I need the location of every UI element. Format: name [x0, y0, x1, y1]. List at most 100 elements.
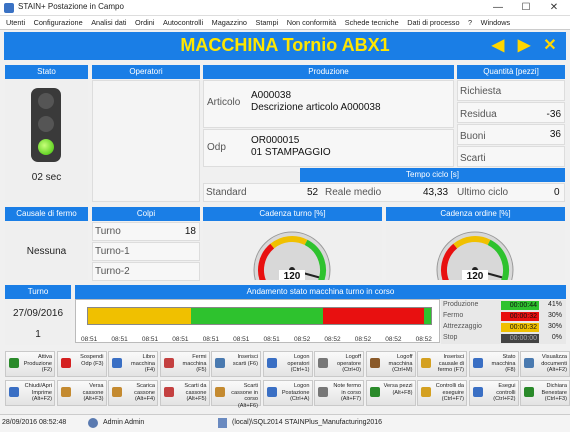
menu-non-conformita[interactable]: Non conformità	[287, 16, 336, 30]
user-icon	[88, 418, 98, 428]
play-button[interactable]: Attiva Produzione (F2)	[5, 351, 55, 377]
time-tick-label: 08:51	[202, 336, 219, 343]
crate-icon	[215, 387, 225, 397]
menu-utenti[interactable]: Utenti	[6, 16, 25, 30]
workstation-button[interactable]: Logon Postazione (Ctrl+A)	[262, 380, 313, 406]
menu-schede-tecniche[interactable]: Schede tecniche	[345, 16, 399, 30]
crate-button[interactable]: Scarti cassone in corso (Alt+F6)	[211, 380, 261, 409]
machine-button[interactable]: Logoff macchina (Ctrl+M)	[365, 351, 416, 377]
button-label: Chiudi/Apri Imprime (Alt+F2)	[24, 383, 52, 402]
legend-label: Stop	[443, 334, 458, 341]
app-icon	[4, 3, 14, 13]
standard-value: 52	[307, 187, 319, 198]
ultimo-ciclo-value: 0	[554, 187, 560, 198]
ultimo-ciclo-label: Ultimo ciclo	[457, 187, 509, 198]
menu-dati-di-processo[interactable]: Dati di processo	[407, 16, 459, 30]
operatori-list[interactable]	[92, 80, 200, 202]
approve-button[interactable]: Dichiara Benestare (Ctrl+F3)	[520, 380, 570, 406]
menu-ordini[interactable]: Ordini	[135, 16, 154, 30]
button-label: Dichiara Benestare (Ctrl+F3)	[541, 383, 568, 402]
box-icon	[60, 387, 71, 397]
approve-icon	[524, 387, 534, 397]
next-machine-button[interactable]: ▶	[514, 37, 534, 55]
unload-button[interactable]: Scarica cassone (Alt+F4)	[108, 380, 158, 406]
tempo-ciclo-row: Standard 52 Reale medio 43,33 Ultimo cic…	[203, 183, 565, 202]
magnifier-icon	[472, 387, 483, 397]
window-title: STAIN+ Postazione in Campo	[18, 2, 124, 11]
close-window-button[interactable]: ✕	[540, 0, 568, 16]
magnifier-button[interactable]: Esegui controlli (Ctrl+F2)	[468, 380, 519, 406]
legend-row: Fermo 00:00:32 30%	[443, 312, 564, 322]
menu-windows[interactable]: Windows	[481, 16, 511, 30]
window-titlebar: STAIN+ Postazione in Campo — ☐ ✕	[0, 0, 570, 16]
menu-analisi-dati[interactable]: Analisi dati	[91, 16, 126, 30]
stop-button[interactable]: Fermi macchina (F5)	[159, 351, 210, 377]
note-button[interactable]: Note fermo in corso (Alt+F7)	[314, 380, 364, 406]
logout-button[interactable]: Logoff operatore (Ctrl+0)	[314, 351, 364, 377]
legend-time: 00:00:44	[501, 301, 539, 310]
causale-header: Causale di fermo	[5, 207, 88, 221]
cadenza-turno-panel: 120	[203, 222, 382, 309]
turno-number: 1	[35, 329, 41, 340]
document-button[interactable]: Visualizza documenti (Alt+F2)	[520, 351, 570, 377]
info-button[interactable]: Stato macchina (F8)	[468, 351, 519, 377]
machine-title: MACCHINA Tornio ABX1	[180, 35, 390, 55]
time-tick-label: 08:52	[324, 336, 341, 343]
turno-panel: 27/09/2016 1	[5, 300, 71, 345]
edit-button[interactable]: Inserisci scarti (F6)	[211, 351, 261, 377]
causale-panel: Nessuna	[5, 222, 88, 280]
pause-icon	[60, 358, 71, 368]
user-button[interactable]: Logon operatori (Ctrl+1)	[262, 351, 313, 377]
pause-button[interactable]: Sospendi Odp (F3)	[56, 351, 107, 377]
time-tick-label: 08:51	[81, 336, 98, 343]
box-button[interactable]: Versa cassone (Alt+F3)	[56, 380, 107, 406]
legend-row: Produzione 00:00:44 41%	[443, 301, 564, 311]
state-legend: Produzione 00:00:44 41% Fermo 00:00:32 30% Att…	[441, 300, 566, 344]
status-database: (local)\SQL2014 STAINPlus_Manufacturing2…	[232, 419, 383, 426]
check-button[interactable]: Controlli da eseguire (Ctrl+F7)	[417, 380, 467, 406]
minimize-button[interactable]: —	[484, 0, 512, 16]
button-label: Versa pezzi (Alt+F8)	[383, 383, 413, 396]
book-button[interactable]: Libro macchina (F4)	[108, 351, 158, 377]
unload-icon	[112, 387, 122, 397]
button-label: Visualizza documenti (Alt+F2)	[541, 354, 567, 373]
menu-help[interactable]: ?	[468, 16, 472, 30]
button-label: Scarti cassone in corso (Alt+F6)	[231, 383, 258, 409]
document-icon	[524, 358, 534, 368]
cadenza-ordine-gauge: 120	[436, 231, 514, 309]
residua-value: -36	[546, 109, 561, 120]
tempo-ciclo-header: Tempo ciclo [s]	[300, 168, 565, 182]
maximize-button[interactable]: ☐	[512, 0, 540, 16]
colpi-turno-row: Turno 18	[92, 222, 200, 241]
colpi-turno-2-row: Turno-2	[92, 262, 200, 281]
colpi-turno-value: 18	[184, 226, 196, 237]
arrow-button[interactable]: Chiudi/Apri Imprime (Alt+F2)	[5, 380, 55, 406]
time-tick-label: 08:51	[141, 336, 159, 343]
produzione-header: Produzione	[203, 65, 454, 79]
legend-row: Stop 00:00:00 0%	[443, 334, 564, 344]
note-icon	[318, 387, 328, 397]
time-tick-label: 08:51	[172, 336, 189, 343]
button-label: Scarica cassone (Alt+F4)	[134, 383, 155, 402]
scarti-row: Scarti	[457, 146, 565, 167]
prev-machine-button[interactable]: ◀	[488, 37, 508, 55]
warning-button[interactable]: Inserisci causale di fermo (F7)	[417, 351, 467, 377]
legend-label: Attrezzaggio	[443, 323, 482, 330]
residua-row: Residua -36	[457, 102, 565, 123]
cadenza-turno-gauge: 120	[253, 231, 331, 309]
menu-magazzino[interactable]: Magazzino	[212, 16, 247, 30]
time-tick-label: 08:52	[385, 336, 402, 343]
richiesta-row: Richiesta	[457, 80, 565, 101]
menu-stampi[interactable]: Stampi	[255, 16, 278, 30]
trash-button[interactable]: Scarti da cassone (Alt+F5)	[159, 380, 210, 406]
menu-autocontrolli[interactable]: Autocontrolli	[163, 16, 203, 30]
odp-code: OR000015	[251, 135, 300, 146]
status-bar: 28/09/2016 08:52:48 Admin Admin (local)\…	[0, 414, 570, 432]
pieces-button[interactable]: Versa pezzi (Alt+F8)	[365, 380, 416, 406]
traffic-light-red	[38, 93, 54, 109]
traffic-light-yellow	[38, 116, 54, 132]
close-machine-button[interactable]: ✕	[540, 37, 560, 55]
reale-medio-label: Reale medio	[325, 187, 382, 198]
menu-configurazione[interactable]: Configurazione	[34, 16, 83, 30]
button-label: Logon Postazione (Ctrl+A)	[281, 383, 310, 402]
